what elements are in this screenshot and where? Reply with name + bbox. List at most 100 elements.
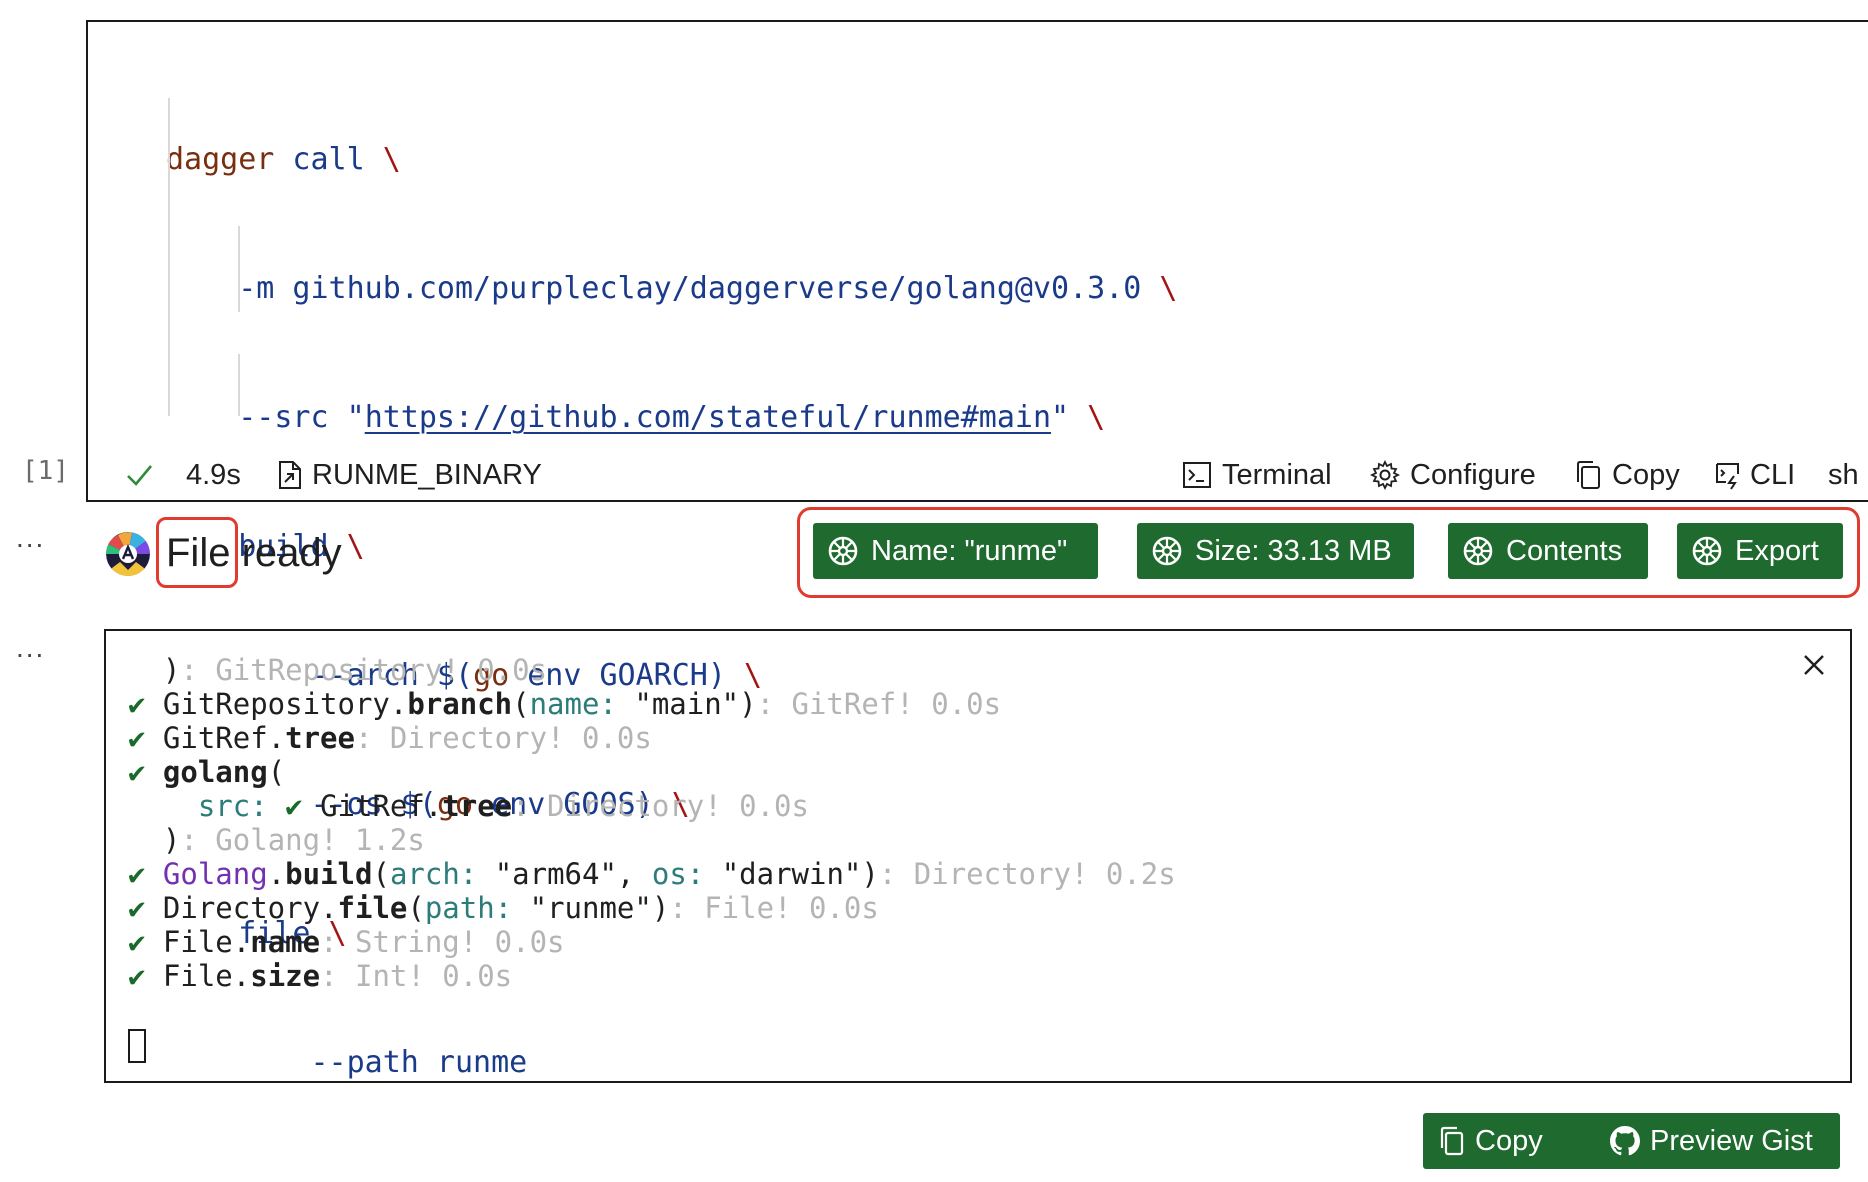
terminal-segment: tree — [285, 721, 355, 755]
execution-count: [1] — [22, 456, 69, 486]
dagger-icon — [828, 536, 858, 566]
terminal-segment: ): — [128, 653, 216, 687]
copy-action[interactable]: Copy — [1574, 450, 1680, 500]
terminal-segment: file — [337, 891, 408, 925]
terminal-segment: File. — [162, 925, 251, 959]
terminal-segment: GitRepository. — [162, 687, 408, 721]
terminal-segment: : Directory! 0.2s — [878, 857, 1176, 891]
contents-button[interactable]: Contents — [1448, 523, 1648, 579]
terminal-segment: File. — [162, 959, 251, 993]
code-line-1: dagger call \ — [166, 142, 401, 177]
terminal-segment: Directory. — [162, 891, 338, 925]
terminal-segment: ✔ — [128, 925, 163, 959]
cell-status-bar: 4.9s RUNME_BINARY Terminal Configure Cop… — [88, 450, 1868, 500]
terminal-segment: path: — [424, 891, 513, 925]
configure-label: Configure — [1410, 458, 1536, 491]
export-button[interactable]: Export — [1677, 523, 1843, 579]
terminal-segment: ( — [407, 891, 425, 925]
dagger-icon — [1463, 536, 1493, 566]
terminal-segment: golang — [162, 755, 268, 789]
terminal-segment: : GitRef! 0.0s — [756, 687, 1002, 721]
dagger-icon — [1692, 536, 1722, 566]
file-size-button[interactable]: Size: 33.13 MB — [1137, 523, 1414, 579]
terminal-segment: ✔ — [128, 721, 163, 755]
terminal-segment: ✔ — [128, 857, 163, 891]
terminal-segment: arch: — [389, 857, 478, 891]
terminal-segment: ✔ — [285, 789, 321, 823]
terminal-line: ✔ File.name: String! 0.0s — [128, 925, 1176, 959]
env-var-output[interactable]: RUNME_BINARY — [276, 450, 542, 500]
gear-icon — [1370, 460, 1400, 490]
preview-gist-button[interactable]: Preview Gist — [1594, 1113, 1840, 1169]
cli-label: CLI — [1750, 458, 1796, 491]
terminal-line: ✔ File.size: Int! 0.0s — [128, 959, 1176, 993]
terminal-segment: ✔ — [128, 687, 163, 721]
output-title: File ready — [155, 517, 342, 588]
terminal-segment — [128, 789, 198, 823]
file-highlight: File — [155, 517, 239, 588]
file-name-label: Name: "runme" — [871, 534, 1068, 567]
terminal-segment: src: — [197, 789, 268, 823]
configure-action[interactable]: Configure — [1370, 450, 1536, 500]
terminal-segment: : Golang! 1.2s — [180, 823, 425, 857]
terminal-action[interactable]: Terminal — [1182, 450, 1332, 500]
terminal-segment: ✔ — [128, 755, 163, 789]
terminal-segment: : Directory! 0.0s — [512, 789, 809, 823]
terminal-segment: ✔ — [128, 959, 163, 993]
src-url-link[interactable]: https://github.com/stateful/runme#main — [365, 400, 1051, 435]
terminal-segment: size — [250, 959, 321, 993]
terminal-segment — [268, 789, 285, 823]
indent-guide — [238, 354, 240, 416]
terminal-line: ): Golang! 1.2s — [128, 823, 1176, 857]
terminal-log: ): GitRepository! 0.0s ✔ GitRepository.br… — [128, 653, 1176, 993]
terminal-segment: ( — [372, 857, 390, 891]
export-label: Export — [1735, 534, 1819, 567]
ready-label: ready — [230, 531, 342, 575]
terminal-line: ): GitRepository! 0.0s — [128, 653, 1176, 687]
terminal-output[interactable]: ): GitRepository! 0.0s ✔ GitRepository.br… — [104, 629, 1852, 1083]
terminal-segment: . — [267, 857, 286, 891]
terminal-more-button[interactable]: ... — [16, 632, 45, 664]
copy-icon — [1577, 461, 1600, 489]
code-cell[interactable]: dagger call \ -m github.com/purpleclay/d… — [86, 20, 1868, 1080]
terminal-segment: build — [285, 857, 373, 891]
terminal-segment: "darwin") — [704, 857, 879, 891]
output-more-button[interactable]: ... — [16, 522, 45, 554]
terminal-segment: name — [250, 925, 321, 959]
terminal-segment: : Int! 0.0s — [320, 959, 513, 993]
terminal-segment: GitRef. — [162, 721, 286, 755]
copy-button[interactable]: Copy — [1423, 1113, 1606, 1169]
copy-icon — [1440, 1126, 1464, 1156]
terminal-segment: ( — [267, 755, 286, 789]
terminal-line: ✔ Directory.file(path: "runme"): File! 0… — [128, 891, 1176, 925]
file-name-button[interactable]: Name: "runme" — [813, 523, 1098, 579]
terminal-segment: ) — [128, 823, 181, 857]
terminal-segment: name: — [529, 687, 617, 721]
cli-action[interactable]: CLI — [1714, 450, 1795, 500]
copy-button-label: Copy — [1475, 1124, 1543, 1157]
terminal-line: ✔ Golang.build(arch: "arm64", os: "darwi… — [128, 857, 1176, 891]
terminal-line: ✔ GitRef.tree: Directory! 0.0s — [128, 721, 1176, 755]
terminal-segment: : File! 0.0s — [669, 891, 879, 925]
terminal-cursor — [128, 1029, 146, 1063]
dagger-logo — [106, 532, 150, 576]
contents-label: Contents — [1506, 534, 1623, 567]
terminal-segment: branch — [407, 687, 513, 721]
terminal-line: ✔ GitRepository.branch(name: "main"): Gi… — [128, 687, 1176, 721]
terminal-segment: "main") — [616, 687, 757, 721]
terminal-segment: : Directory! 0.0s — [354, 721, 652, 755]
indent-guide — [238, 226, 240, 312]
terminal-segment: ✔ — [128, 891, 163, 925]
code-line-3: --src "https://github.com/stateful/runme… — [238, 400, 1106, 435]
file-size-label: Size: 33.13 MB — [1195, 534, 1392, 567]
indent-guide — [168, 98, 170, 416]
terminal-segment: tree — [442, 789, 513, 823]
shell-selector[interactable]: sh — [1828, 450, 1859, 500]
preview-gist-label: Preview Gist — [1650, 1124, 1813, 1157]
terminal-segment: os: — [651, 857, 705, 891]
close-icon[interactable] — [1800, 651, 1828, 679]
success-check-icon — [124, 450, 154, 500]
terminal-segment: GitRef. — [320, 789, 443, 823]
copy-label: Copy — [1612, 458, 1680, 491]
cli-icon — [1716, 463, 1739, 490]
